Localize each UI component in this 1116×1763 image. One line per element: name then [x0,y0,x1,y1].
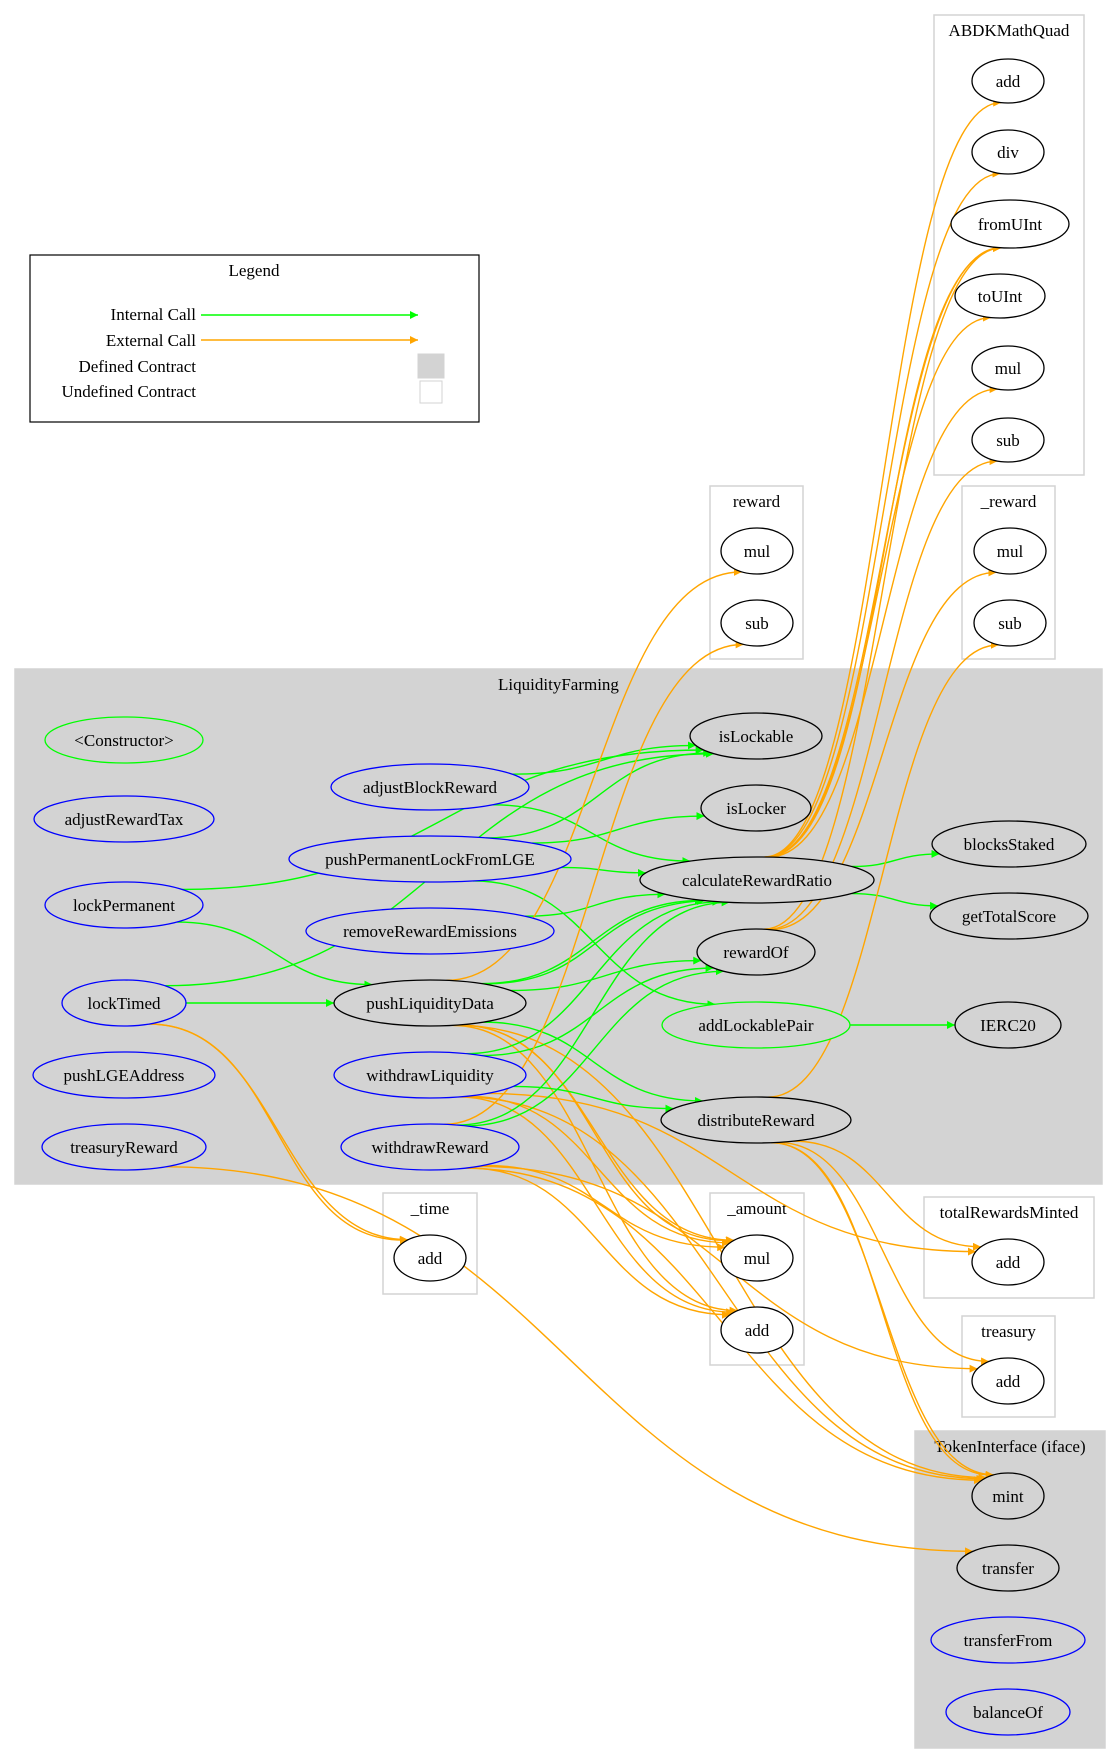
node-label: rewardOf [723,943,788,962]
node-label: sub [996,431,1020,450]
node-label: add [418,1249,443,1268]
node-label: toUInt [978,287,1023,306]
node-label: lockPermanent [73,896,175,915]
node-amount-add[interactable]: add [720,1306,794,1354]
cluster-label: _reward [980,492,1037,511]
node-label: <Constructor> [74,731,173,750]
node-label: add [745,1321,770,1340]
node-trm-add[interactable]: add [971,1238,1045,1286]
node-label: withdrawLiquidity [366,1066,494,1085]
node-label: distributeReward [697,1111,815,1130]
node-ti-transferfrom[interactable]: transferFrom [930,1616,1086,1664]
node-label: isLockable [719,727,794,746]
node-reward-sub[interactable]: sub [973,599,1047,647]
node-removerewardemissions[interactable]: removeRewardEmissions [305,907,555,955]
node-ti-transfer[interactable]: transfer [956,1544,1060,1592]
node-label: add [996,1372,1021,1391]
legend-undefined-contract-label: Undefined Contract [61,382,196,401]
node-pushlgeaddress[interactable]: pushLGEAddress [32,1051,216,1099]
node-treasury-add[interactable]: add [971,1357,1045,1405]
node-pushliquiditydata[interactable]: pushLiquidityData [333,979,527,1027]
cluster-label: reward [733,492,781,511]
node-adjustblockreward[interactable]: adjustBlockReward [330,763,530,811]
node-label: addLockablePair [698,1016,814,1035]
external-call-edge-withdrawreward-to-amount-add [467,1167,730,1319]
node-label: getTotalScore [962,907,1056,926]
node-label: add [996,1253,1021,1272]
node-time-add[interactable]: add [393,1234,467,1282]
node-label: mint [992,1487,1023,1506]
node-distributereward[interactable]: distributeReward [660,1096,852,1144]
node-ti-mint[interactable]: mint [971,1472,1045,1520]
node-label: mul [744,1249,771,1268]
call-graph: Legend Internal Call External Call Defin… [14,14,1106,1749]
node-label: div [997,143,1019,162]
cluster-label: TokenInterface (iface) [934,1437,1085,1456]
node-label: treasuryReward [70,1138,178,1157]
node-abdk-add[interactable]: add [971,58,1045,104]
node-abdk-sub[interactable]: sub [971,417,1045,463]
node-abdk-mul[interactable]: mul [971,345,1045,391]
legend: Legend Internal Call External Call Defin… [29,254,480,423]
node-label: pushLiquidityData [366,994,494,1013]
node-ierc20[interactable]: IERC20 [954,1001,1062,1049]
node-gettotalscore[interactable]: getTotalScore [929,892,1089,940]
node-label: isLocker [726,799,786,818]
node-islockable[interactable]: isLockable [689,712,823,760]
node-label: mul [744,542,771,561]
legend-undefined-contract-swatch [419,380,443,404]
node-ti-balanceof[interactable]: balanceOf [945,1688,1071,1736]
node-label: lockTimed [87,994,161,1013]
node-label: removeRewardEmissions [343,922,517,941]
node-label: fromUInt [978,215,1042,234]
node-treasuryreward[interactable]: treasuryReward [41,1123,207,1171]
legend-defined-contract-swatch [417,353,445,379]
node-label: adjustBlockReward [363,778,498,797]
node-label: withdrawReward [371,1138,489,1157]
node-label: transfer [982,1559,1034,1578]
cluster-label: _time [410,1199,450,1218]
node-reward-mul[interactable]: mul [973,527,1047,575]
node-label: add [996,72,1021,91]
node-abdk-fromuint[interactable]: fromUInt [950,199,1070,249]
legend-internal-call-label: Internal Call [111,305,197,324]
cluster-label: ABDKMathQuad [949,21,1070,40]
node-label: adjustRewardTax [65,810,184,829]
cluster-label: totalRewardsMinted [940,1203,1079,1222]
node-calculaterewardratio[interactable]: calculateRewardRatio [639,856,875,904]
node-label: sub [745,614,769,633]
node-label: IERC20 [980,1016,1036,1035]
node-lockpermanent[interactable]: lockPermanent [44,881,204,929]
node-blocksstaked[interactable]: blocksStaked [931,820,1087,868]
node-label: mul [995,359,1022,378]
node-rewardof[interactable]: rewardOf [696,928,816,976]
node-reward-sub[interactable]: sub [720,599,794,647]
node-abdk-div[interactable]: div [971,129,1045,175]
node-label: transferFrom [964,1631,1053,1650]
node-constructor[interactable]: <Constructor> [44,716,204,764]
node-label: pushPermanentLockFromLGE [325,850,535,869]
node-pushpermanentlockfromlge[interactable]: pushPermanentLockFromLGE [288,835,572,883]
cluster-label: treasury [981,1322,1036,1341]
node-amount-mul[interactable]: mul [720,1234,794,1282]
legend-external-call-label: External Call [106,331,196,350]
node-label: calculateRewardRatio [682,871,832,890]
node-label: balanceOf [973,1703,1043,1722]
node-addlockablepair[interactable]: addLockablePair [661,1001,851,1049]
node-label: pushLGEAddress [64,1066,185,1085]
legend-title: Legend [229,261,280,280]
node-label: mul [997,542,1024,561]
node-label: blocksStaked [964,835,1055,854]
node-withdrawliquidity[interactable]: withdrawLiquidity [333,1051,527,1099]
node-abdk-touint[interactable]: toUInt [954,273,1046,319]
node-islocker[interactable]: isLocker [700,784,812,832]
node-reward-mul[interactable]: mul [720,527,794,575]
legend-defined-contract-label: Defined Contract [78,357,196,376]
node-adjustrewardtax[interactable]: adjustRewardTax [33,795,215,843]
node-withdrawreward[interactable]: withdrawReward [340,1123,520,1171]
node-label: sub [998,614,1022,633]
cluster-label: LiquidityFarming [498,675,619,694]
node-locktimed[interactable]: lockTimed [61,979,187,1027]
